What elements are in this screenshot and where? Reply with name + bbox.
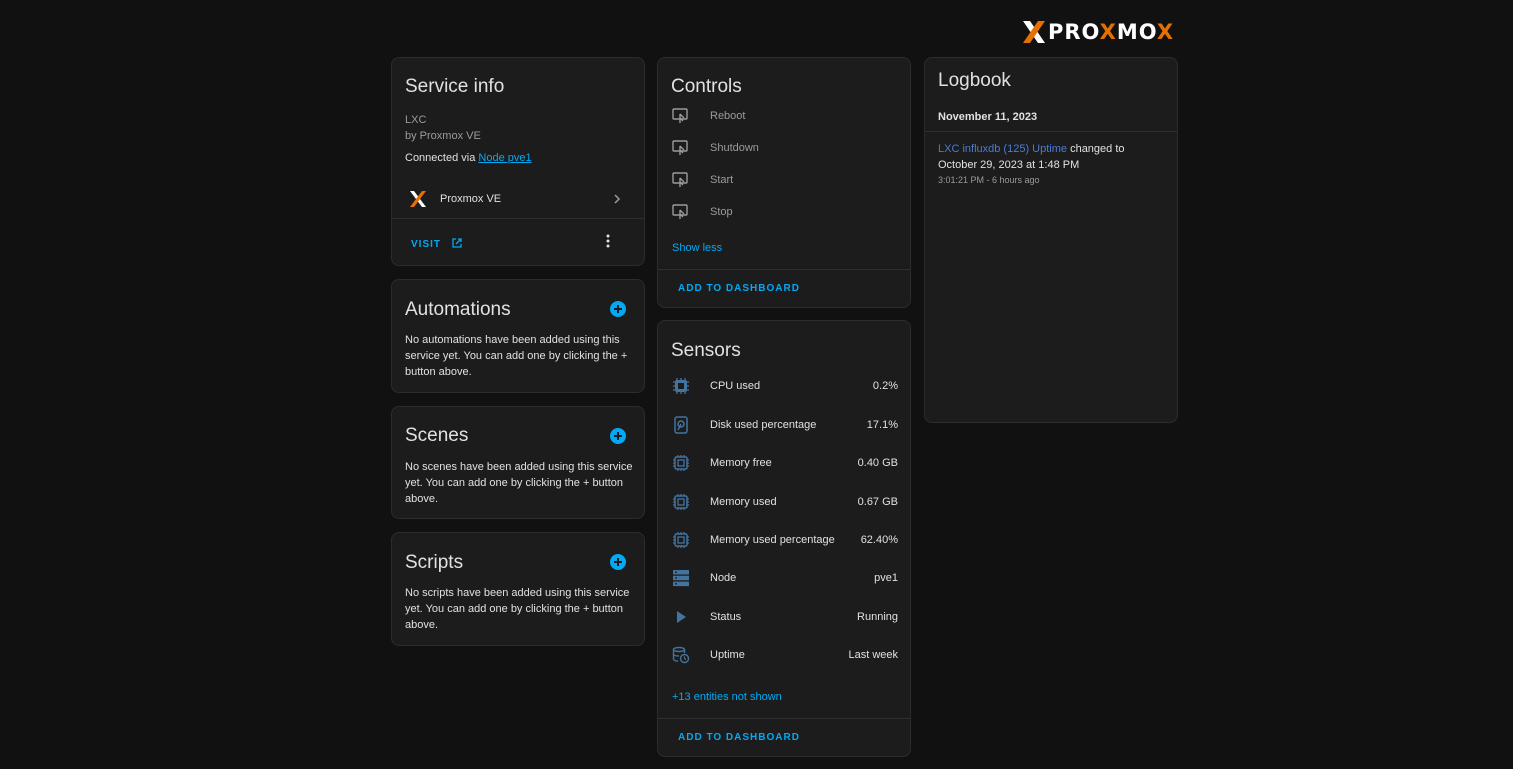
sensor-row-node[interactable]: Node pve1 [658, 562, 910, 594]
service-info-card: Service info LXC by Proxmox VE Connected… [391, 57, 645, 266]
node-link[interactable]: Node pve1 [478, 152, 531, 164]
sensor-value: pve1 [874, 572, 898, 584]
sensor-value: 0.40 GB [857, 457, 898, 469]
database-clock-icon [672, 646, 690, 664]
control-row-start[interactable]: Start [658, 164, 910, 196]
logbook-message: changed to [1067, 143, 1125, 155]
sensor-label: CPU used [710, 380, 761, 392]
gesture-tap-button-icon [672, 140, 688, 155]
sensor-label: Uptime [710, 649, 745, 661]
gesture-tap-button-icon [672, 108, 688, 123]
add-scene-button[interactable] [610, 428, 626, 444]
sensor-row-cpu-used[interactable]: CPU used 0.2% [658, 370, 910, 402]
visit-button[interactable]: Visit [411, 237, 463, 250]
logbook-entity-link[interactable]: LXC influxdb (125) Uptime [938, 143, 1067, 155]
play-icon [677, 611, 686, 623]
scenes-empty-text: No scenes have been added using this ser… [405, 461, 633, 505]
scripts-card: Scripts No scripts have been added using… [391, 532, 645, 646]
scenes-title: Scenes [405, 425, 469, 446]
automations-card: Automations No automations have been add… [391, 279, 645, 393]
sensor-label: Memory used [710, 496, 777, 508]
control-label: Reboot [710, 110, 746, 122]
scripts-empty-text: No scripts have been added using this se… [405, 587, 630, 631]
logbook-entry-time: 3:01:21 PM - 6 hours ago [938, 175, 1040, 185]
control-label: Stop [710, 206, 733, 218]
sensor-row-disk-used[interactable]: Disk used percentage 17.1% [658, 409, 910, 441]
scenes-card: Scenes No scenes have been added using t… [391, 406, 645, 519]
proxmox-x-icon [1023, 21, 1045, 43]
memory-icon [673, 455, 689, 471]
sensor-label: Memory free [710, 457, 772, 469]
proxmox-integration-icon [410, 191, 426, 207]
sensor-value: 62.40% [860, 534, 898, 546]
sensor-row-status[interactable]: Status Running [658, 601, 910, 633]
add-script-button[interactable] [610, 554, 626, 570]
cpu-icon [673, 378, 689, 394]
logbook-date: November 11, 2023 [938, 111, 1038, 123]
sensor-value: Running [857, 611, 898, 623]
divider [658, 718, 910, 719]
controls-title: Controls [671, 76, 742, 97]
sensor-row-memory-used[interactable]: Memory used 0.67 GB [658, 486, 910, 518]
chevron-right-icon [614, 194, 621, 204]
automations-empty-text: No automations have been added using thi… [405, 334, 628, 378]
connected-via-label: Connected via [405, 152, 479, 164]
sensor-row-memory-free[interactable]: Memory free 0.40 GB [658, 447, 910, 479]
controls-add-to-dashboard-button[interactable]: Add to dashboard [678, 283, 800, 294]
proxmox-wordmark: PROXMOX [1048, 20, 1175, 44]
device-model: LXC [405, 114, 427, 126]
integration-row[interactable]: Proxmox VE [392, 181, 644, 217]
gesture-tap-button-icon [672, 172, 688, 187]
control-label: Shutdown [710, 142, 759, 154]
service-info-title: Service info [405, 76, 505, 97]
sensor-label: Disk used percentage [710, 419, 817, 431]
logbook-message-continued: October 29, 2023 at 1:48 PM [938, 159, 1080, 171]
logbook-entry: LXC influxdb (125) Uptime changed to Oct… [938, 141, 1163, 173]
dots-vertical-icon [606, 234, 610, 248]
sensors-add-to-dashboard-button[interactable]: Add to dashboard [678, 732, 800, 743]
harddisk-icon [674, 416, 688, 434]
connected-via: Connected via Node pve1 [405, 152, 532, 164]
control-row-reboot[interactable]: Reboot [658, 100, 910, 132]
divider [392, 218, 644, 219]
memory-icon [673, 494, 689, 510]
sensor-label: Node [710, 572, 737, 584]
add-automation-button[interactable] [610, 301, 626, 317]
sensor-row-uptime[interactable]: Uptime Last week [658, 639, 910, 671]
sensor-value: 0.2% [872, 380, 898, 392]
automations-title: Automations [405, 299, 511, 320]
memory-icon [673, 532, 689, 548]
sensors-card: Sensors CPU used 0.2% Disk used percenta… [657, 320, 911, 757]
more-entities-link[interactable]: +13 entities not shown [672, 691, 782, 703]
control-label: Start [710, 174, 734, 186]
integration-name: Proxmox VE [440, 193, 502, 205]
sensor-label: Status [710, 611, 742, 623]
scripts-title: Scripts [405, 552, 464, 573]
logbook-title: Logbook [938, 70, 1011, 91]
divider [658, 269, 910, 270]
sensor-value: Last week [848, 649, 898, 661]
logbook-card: Logbook November 11, 2023 LXC influxdb (… [924, 57, 1178, 423]
sensor-value: 0.67 GB [857, 496, 898, 508]
sensor-row-memory-used-percentage[interactable]: Memory used percentage 62.40% [658, 524, 910, 556]
sensor-label: Memory used percentage [710, 534, 835, 546]
control-row-shutdown[interactable]: Shutdown [658, 132, 910, 164]
controls-card: Controls Reboot Shutdown Start Stop Show… [657, 57, 911, 308]
open-in-new-icon [452, 238, 462, 248]
show-less-link[interactable]: Show less [672, 242, 722, 254]
control-row-stop[interactable]: Stop [658, 196, 910, 228]
server-icon [673, 570, 689, 587]
sensor-value: 17.1% [866, 419, 898, 431]
gesture-tap-button-icon [672, 204, 688, 219]
more-options-button[interactable] [606, 233, 610, 249]
divider [925, 131, 1177, 132]
device-manufacturer: by Proxmox VE [405, 130, 481, 142]
sensors-title: Sensors [671, 340, 741, 361]
visit-label: Visit [411, 239, 442, 250]
proxmox-logo: PROXMOX [1021, 19, 1174, 45]
